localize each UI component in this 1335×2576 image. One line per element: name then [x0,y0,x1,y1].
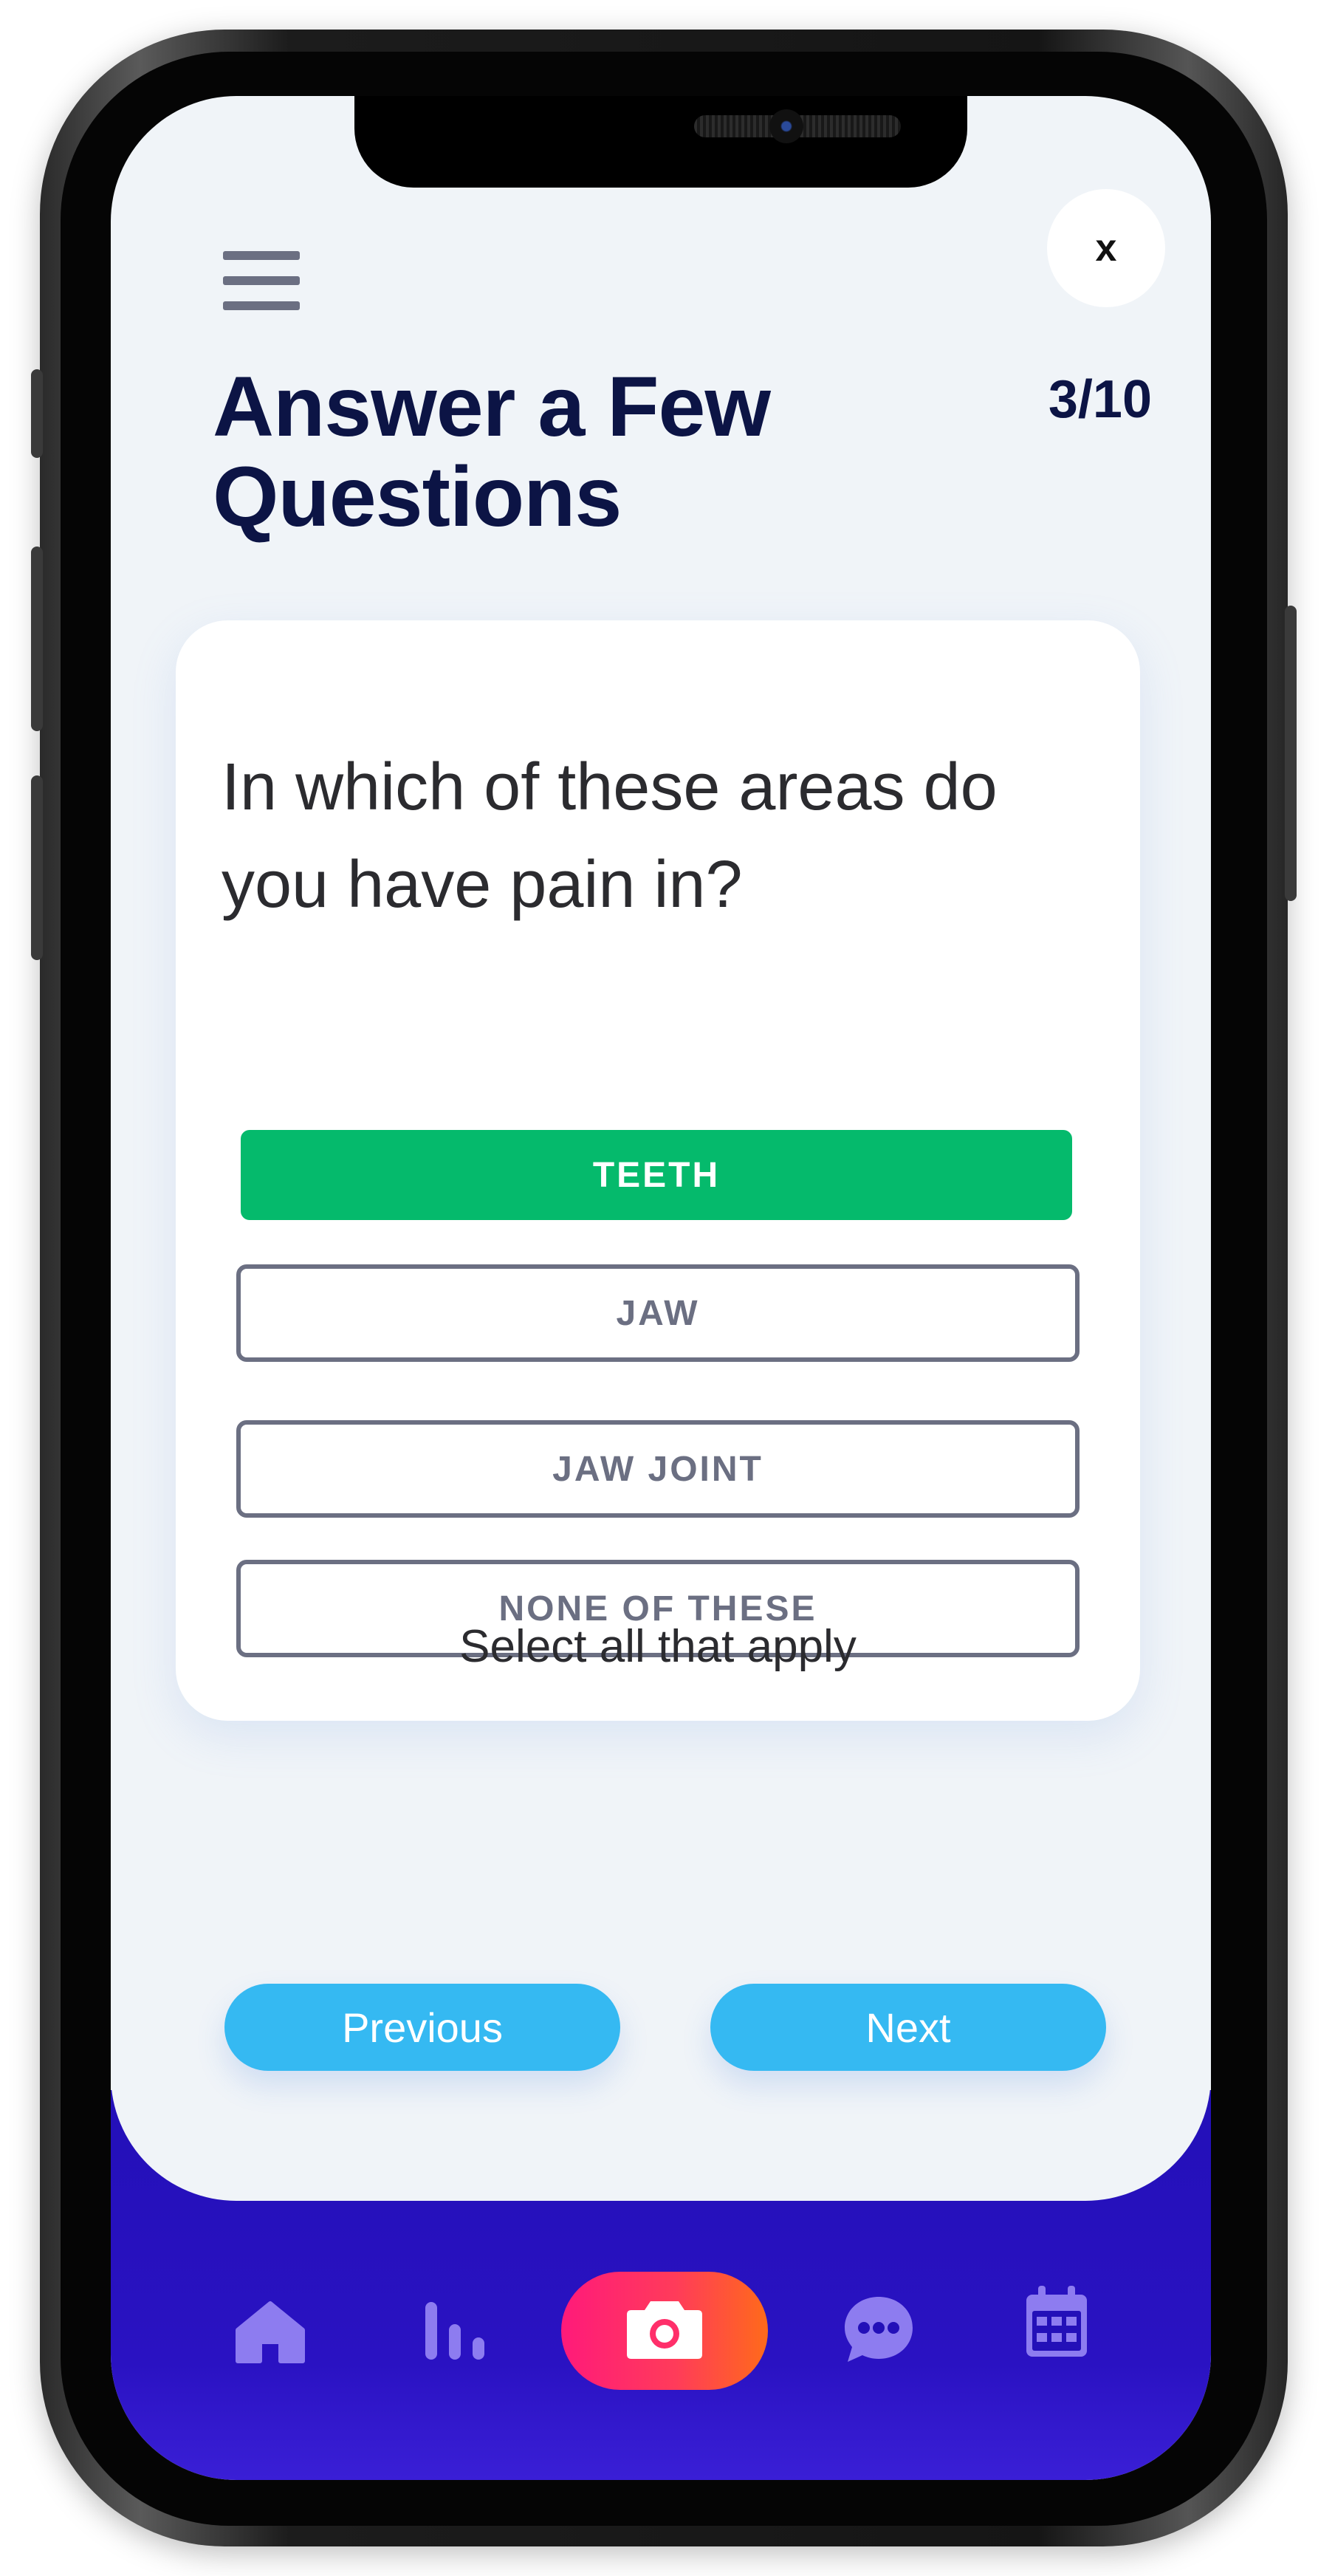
front-camera [769,109,803,143]
content-curve [111,1942,1211,2201]
camera-icon [624,2298,705,2364]
home-icon[interactable] [235,2288,306,2377]
camera-button[interactable] [561,2272,768,2390]
close-button[interactable]: x [1047,189,1165,307]
question-progress: 3/10 [1048,370,1152,429]
option-jaw-joint[interactable]: JAW JOINT [236,1420,1080,1518]
page-title: Answer a Few Questions [213,360,771,544]
previous-button[interactable]: Previous [224,1984,620,2071]
chat-icon[interactable] [842,2285,916,2374]
notch [354,96,967,188]
next-button[interactable]: Next [710,1984,1106,2071]
stats-icon[interactable] [421,2285,487,2374]
power-button [1285,606,1297,901]
volume-down-button [31,775,43,960]
option-jaw[interactable]: JAW [236,1264,1080,1362]
calendar-icon[interactable] [1023,2278,1090,2366]
close-label: x [1095,227,1117,270]
screen: x Answer a Few Questions 3/10 In which o… [111,96,1211,2480]
silent-switch [31,369,43,458]
volume-up-button [31,547,43,731]
helper-text: Select all that apply [459,1621,857,1672]
question-card: In which of these areas do you have pain… [176,620,1140,1721]
option-teeth[interactable]: TEETH [241,1130,1072,1220]
menu-icon[interactable] [223,251,300,312]
question-text: In which of these areas do you have pain… [222,750,998,922]
